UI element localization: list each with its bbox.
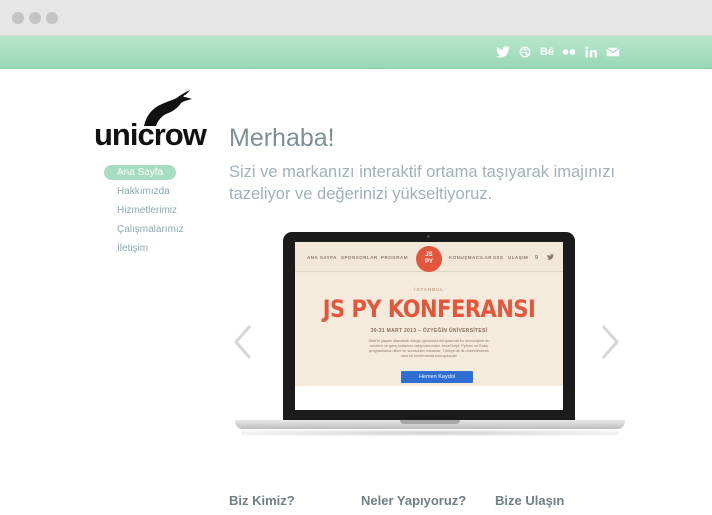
screen-nav-faq: SSS — [493, 255, 504, 260]
nav-item-works[interactable]: Çalışmalarımız — [104, 222, 184, 241]
laptop-shadow — [241, 430, 619, 436]
window-close-dot[interactable] — [12, 12, 24, 24]
nav-item-about[interactable]: Hakkımızda — [104, 184, 176, 203]
screen-twitter-icon — [547, 254, 554, 260]
conference-badge: JS PY — [416, 246, 442, 272]
social-links: Bē — [495, 45, 620, 59]
linkedin-icon[interactable] — [584, 46, 598, 58]
section-heading-contact-us: Bize Ulaşın — [495, 493, 565, 508]
dribbble-icon[interactable] — [518, 46, 532, 58]
page-headline: Merhaba! — [229, 124, 335, 152]
laptop-notch — [400, 420, 460, 424]
laptop-camera — [427, 235, 430, 238]
conference-city: · İSTANBUL · — [409, 287, 449, 292]
section-heading-who-we-are: Biz Kimiz? — [229, 493, 295, 508]
window-minimize-dot[interactable] — [29, 12, 41, 24]
nav-item-services[interactable]: Hizmetlerimiz — [104, 203, 177, 222]
laptop-screen-bezel: ANA SAYFA SPONSORLAR PROGRAM JS PY KONUŞ… — [283, 232, 575, 422]
nav-item-contact[interactable]: İletişim — [104, 241, 176, 260]
conference-site-nav: ANA SAYFA SPONSORLAR PROGRAM JS PY KONUŞ… — [295, 242, 563, 272]
window-maximize-dot[interactable] — [46, 12, 58, 24]
screen-footer-strip — [295, 386, 563, 410]
behance-icon[interactable]: Bē — [540, 45, 554, 59]
unicrow-logo[interactable]: unicrow — [94, 88, 214, 150]
conference-title: JS PY KONFERANSI — [322, 295, 536, 323]
flickr-icon[interactable] — [562, 46, 576, 58]
google-plus-icon: g — [535, 254, 539, 260]
page-tagline: Sizi ve markanızı interaktif ortama taşı… — [229, 163, 616, 203]
screen-nav-home: ANA SAYFA — [307, 255, 337, 260]
nav-item-home[interactable]: Ana Sayfa — [104, 165, 176, 180]
social-bar: Bē — [0, 36, 712, 69]
twitter-icon[interactable] — [495, 46, 510, 58]
screen-nav-program: PROGRAM — [381, 255, 408, 260]
mail-icon[interactable] — [606, 46, 620, 58]
portfolio-slide-laptop: ANA SAYFA SPONSORLAR PROGRAM JS PY KONUŞ… — [235, 232, 625, 442]
screen-nav-speakers: KONUŞMACILAR — [449, 255, 492, 260]
portfolio-screenshot: ANA SAYFA SPONSORLAR PROGRAM JS PY KONUŞ… — [295, 242, 563, 410]
conference-description: Web'in yaşam standardı olduğu günümüz dü… — [368, 339, 490, 358]
conference-date: 30-31 MART 2013 – ÖZYEĞİN ÜNİVERSİTESİ — [370, 328, 488, 334]
screen-nav-transport: ULAŞIM — [508, 255, 529, 260]
logo-wordmark: unicrow — [94, 117, 207, 152]
badge-line-1: JS — [425, 252, 433, 258]
register-button: Hemen Kaydol — [401, 371, 473, 383]
screen-nav-sponsors: SPONSORLAR — [341, 255, 378, 260]
badge-line-2: PY — [424, 259, 433, 265]
browser-titlebar — [0, 0, 712, 36]
section-heading-what-we-do: Neler Yapıyoruz? — [361, 493, 467, 508]
main-nav: Ana Sayfa Hakkımızda Hizmetlerimiz Çalış… — [104, 165, 184, 260]
conference-hero: · İSTANBUL · JS PY KONFERANSI 30-31 MART… — [295, 273, 563, 386]
